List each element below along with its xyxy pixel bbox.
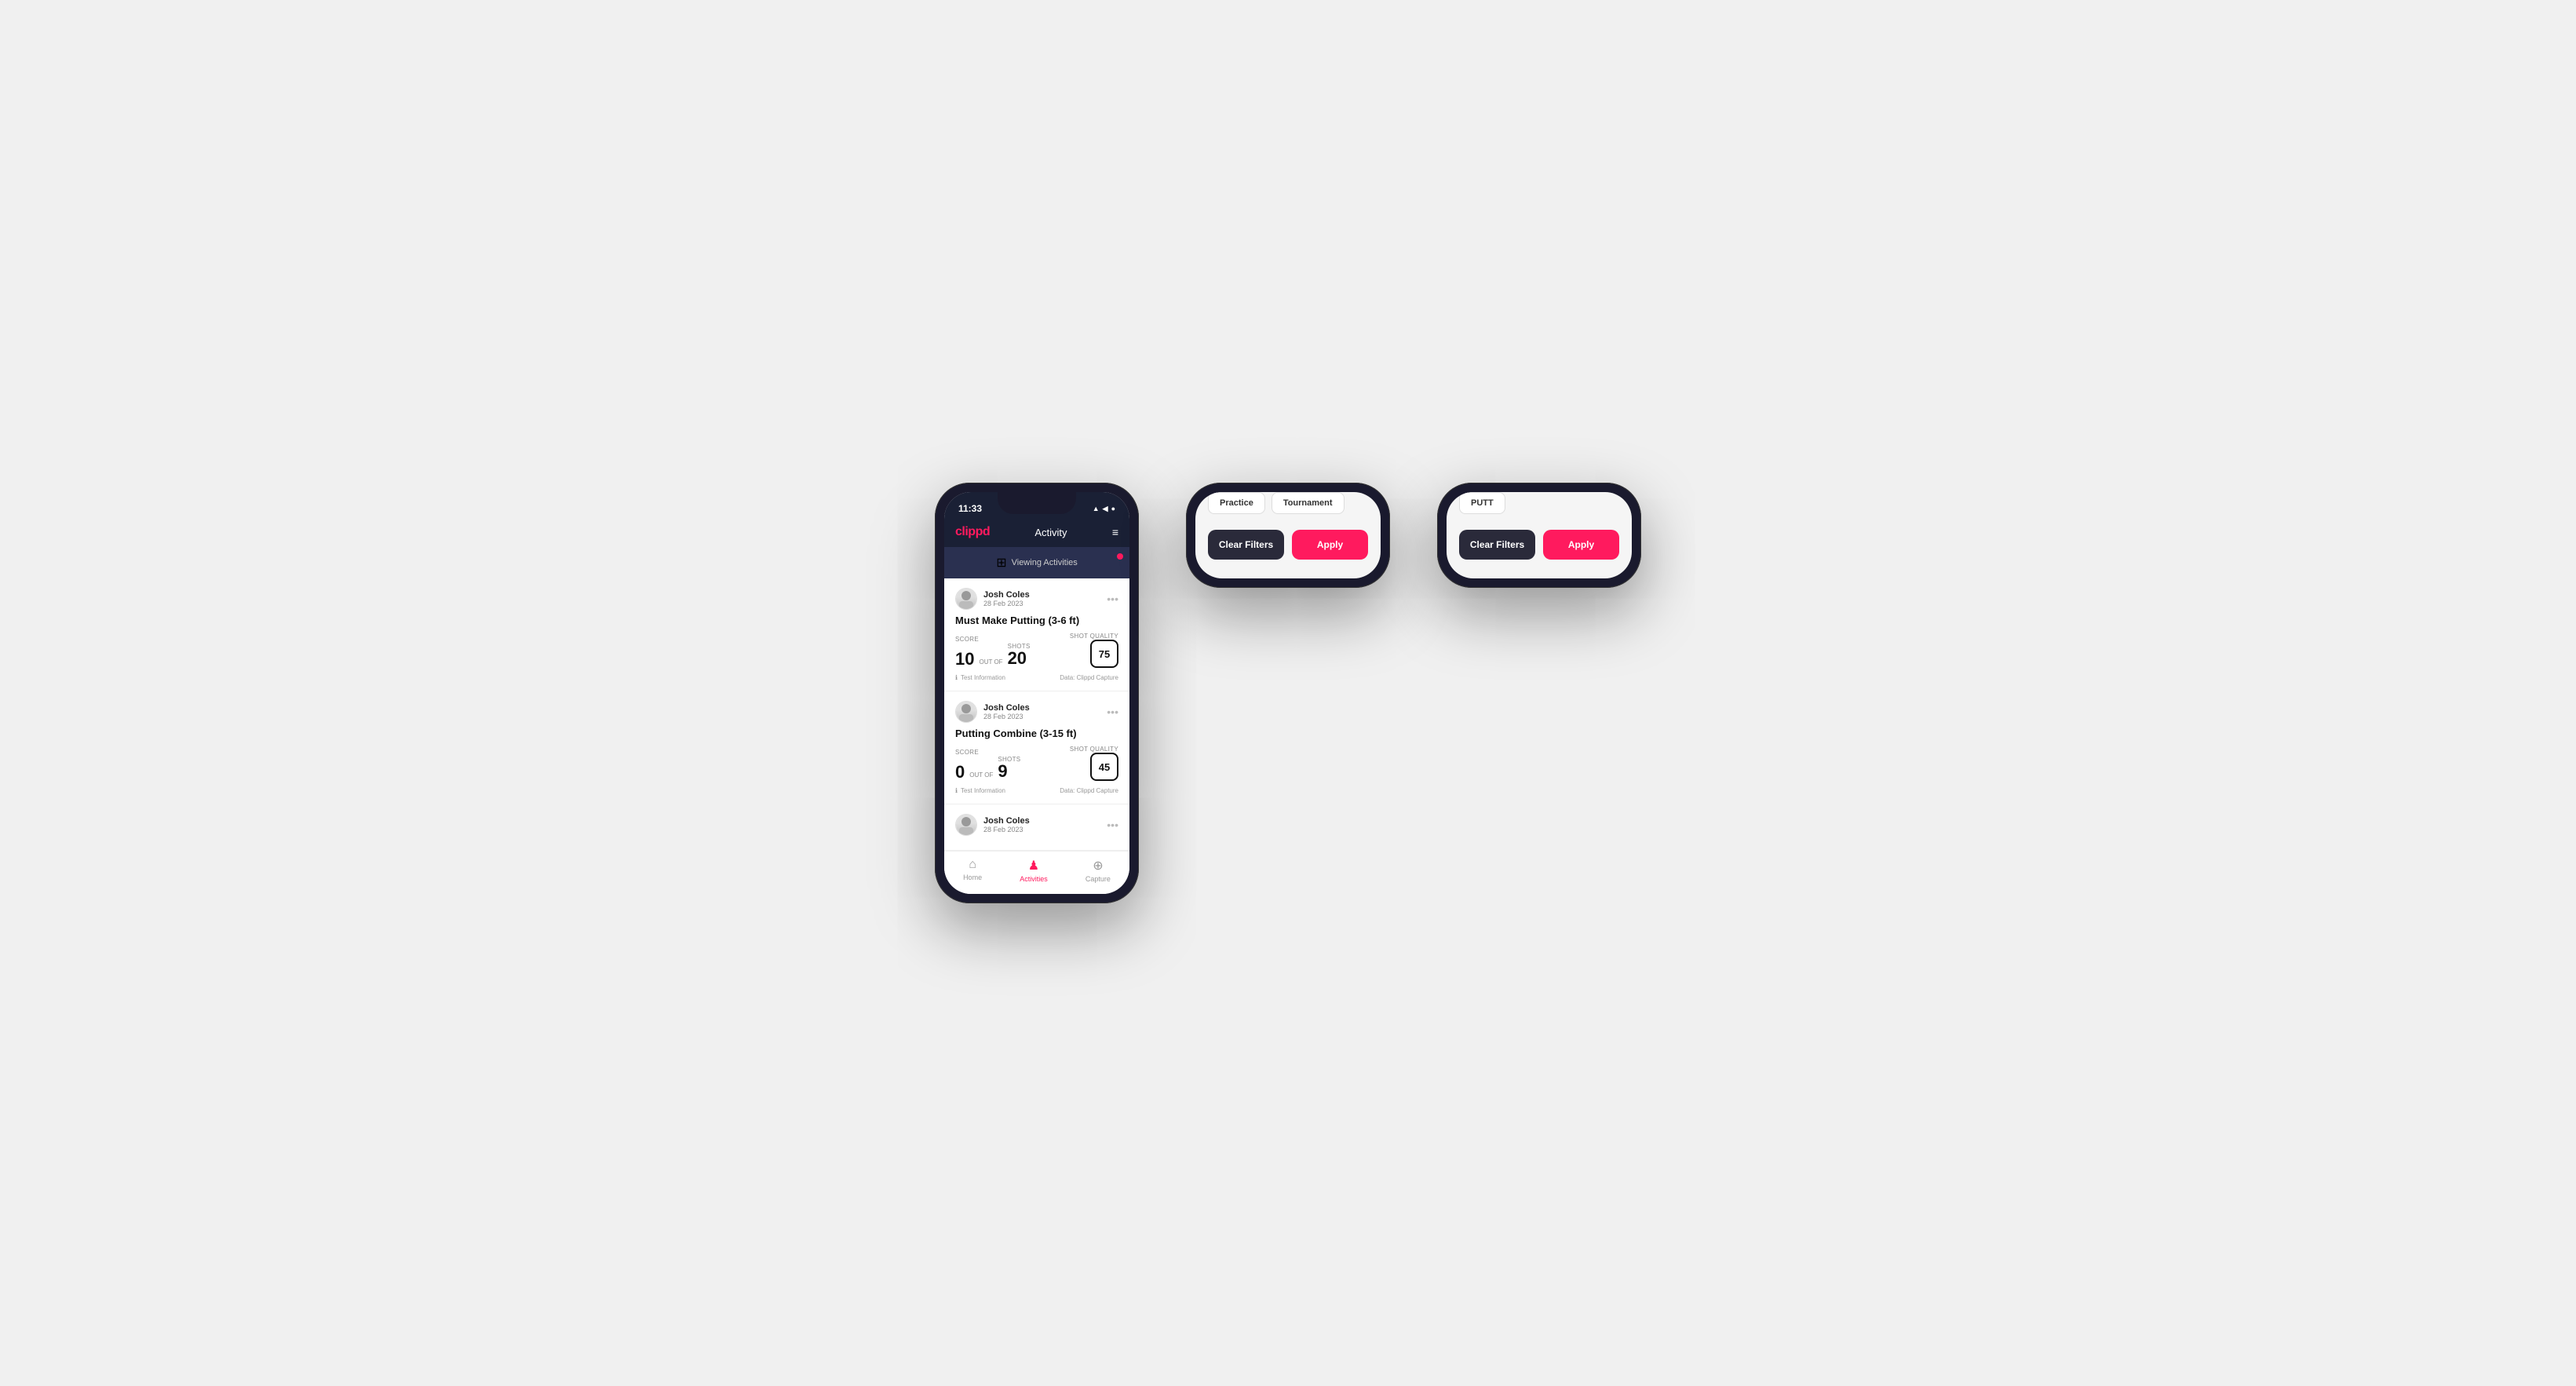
shot-quality-label-1: Shot Quality [1070,633,1118,640]
phone-1-screen: 11:33 ▲ ◀ ● clippd Activity ≡ ⊞ Viewing … [944,492,1129,894]
capture-label-1: Capture [1085,875,1111,883]
score-value-2: 0 [955,764,965,781]
home-label-1: Home [963,874,982,881]
shot-quality-label-2: Shot Quality [1070,746,1118,753]
filter-overlay-2: Josh Coles Filter ✕ Show Rounds Practice… [1195,492,1381,578]
user-info-3: Josh Coles 28 Feb 2023 [955,814,1030,836]
viewing-text-1: Viewing Activities [1012,558,1078,567]
phone-1: 11:33 ▲ ◀ ● clippd Activity ≡ ⊞ Viewing … [935,483,1139,903]
test-info-2: ℹ Test Information [955,787,1005,794]
shots-value-1: 20 [1008,648,1027,668]
user-name-2: Josh Coles [983,703,1030,713]
score-label-2: Score [955,749,1020,756]
header-title-1: Activity [1034,527,1067,538]
putt-btn-3[interactable]: PUTT [1459,492,1505,514]
phone-2: 11:33 ▲ ◀ ● clippd Activity ≡ ⊞ Viewing … [1186,483,1390,588]
practice-btn-2[interactable]: Practice [1208,492,1265,514]
shot-quality-badge-2: 45 [1090,753,1118,781]
info-icon-2: ℹ [955,787,958,794]
phone-2-screen: 11:33 ▲ ◀ ● clippd Activity ≡ ⊞ Viewing … [1195,492,1381,578]
filter-icon-1: ⊞ [996,555,1006,571]
test-info-1: ℹ Test Information [955,674,1005,681]
activity-card-1: Josh Coles 28 Feb 2023 ••• Must Make Put… [944,578,1129,691]
viewing-banner-1[interactable]: ⊞ Viewing Activities [944,547,1129,578]
nav-home-1[interactable]: ⌂ Home [963,858,982,883]
modal-actions-2: Clear Filters Apply [1208,530,1368,560]
nav-capture-1[interactable]: ⊕ Capture [1085,858,1111,883]
activity-card-3: Josh Coles 28 Feb 2023 ••• [944,804,1129,851]
stats-row-2: Score 0 OUT OF Shots 9 Shot [955,746,1118,781]
rounds-buttons-2: Practice Tournament [1208,492,1368,514]
card-header-3: Josh Coles 28 Feb 2023 ••• [955,814,1118,836]
tournament-btn-2[interactable]: Tournament [1272,492,1345,514]
user-date-2: 28 Feb 2023 [983,713,1030,720]
capture-icon-1: ⊕ [1093,858,1103,874]
notification-dot-1 [1117,553,1123,560]
info-icon-1: ℹ [955,674,958,681]
notch [998,492,1076,514]
user-name-3: Josh Coles [983,816,1030,826]
card-footer-1: ℹ Test Information Data: Clippd Capture [955,674,1118,681]
data-source-2: Data: Clippd Capture [1060,787,1118,794]
clear-filters-btn-3[interactable]: Clear Filters [1459,530,1535,560]
filter-overlay-3: Josh Coles Filter ✕ Show Rounds Practice… [1447,492,1632,578]
card-header-2: Josh Coles 28 Feb 2023 ••• [955,701,1118,723]
clear-filters-btn-2[interactable]: Clear Filters [1208,530,1284,560]
bottom-nav-1: ⌂ Home ♟ Activities ⊕ Capture [944,851,1129,894]
apply-btn-3[interactable]: Apply [1543,530,1619,560]
user-date-1: 28 Feb 2023 [983,600,1030,607]
nav-activities-1[interactable]: ♟ Activities [1020,858,1048,883]
menu-icon-1[interactable]: ≡ [1112,526,1118,538]
battery-icon: ● [1111,505,1115,512]
signal-icon: ▲ [1093,505,1100,512]
score-label-1: Score [955,636,1031,643]
activity-title-1: Must Make Putting (3-6 ft) [955,615,1118,626]
home-icon-1: ⌂ [969,858,976,872]
avatar-3 [955,814,977,836]
more-options-3[interactable]: ••• [1107,819,1118,831]
filter-modal-2: Filter ✕ Show Rounds Practice Drills Rou… [1195,492,1381,578]
score-value-1: 10 [955,651,974,668]
more-options-1[interactable]: ••• [1107,593,1118,605]
avatar-1 [955,588,977,610]
phone-3: 11:33 ▲ ◀ ● clippd Activity ≡ ⊞ Viewing … [1437,483,1641,588]
activities-label-1: Activities [1020,875,1048,883]
phone-3-screen: 11:33 ▲ ◀ ● clippd Activity ≡ ⊞ Viewing … [1447,492,1632,578]
user-name-1: Josh Coles [983,590,1030,600]
apply-btn-2[interactable]: Apply [1292,530,1368,560]
stats-row-1: Score 10 OUT OF Shots 20 Sho [955,633,1118,668]
data-source-1: Data: Clippd Capture [1060,674,1118,681]
card-header-1: Josh Coles 28 Feb 2023 ••• [955,588,1118,610]
out-of-1: OUT OF [979,658,1002,668]
filter-modal-3: Filter ✕ Show Rounds Practice Drills Pra… [1447,492,1632,578]
avatar-2 [955,701,977,723]
wifi-icon: ◀ [1103,505,1108,513]
activity-title-2: Putting Combine (3-15 ft) [955,728,1118,739]
activity-card-2: Josh Coles 28 Feb 2023 ••• Putting Combi… [944,691,1129,804]
activity-list-1: Josh Coles 28 Feb 2023 ••• Must Make Put… [944,578,1129,851]
status-icons-1: ▲ ◀ ● [1093,505,1115,513]
user-date-3: 28 Feb 2023 [983,826,1030,833]
activities-icon-1: ♟ [1028,858,1039,874]
scene: 11:33 ▲ ◀ ● clippd Activity ≡ ⊞ Viewing … [888,436,1688,950]
out-of-2: OUT OF [969,771,993,781]
app-header-1: clippd Activity ≡ [944,519,1129,547]
more-options-2[interactable]: ••• [1107,706,1118,718]
logo-1: clippd [955,525,990,539]
shots-value-2: 9 [998,761,1007,781]
user-info-2: Josh Coles 28 Feb 2023 [955,701,1030,723]
user-info-1: Josh Coles 28 Feb 2023 [955,588,1030,610]
practice-drills-buttons-3: OTT APP ARG PUTT [1459,492,1619,514]
card-footer-2: ℹ Test Information Data: Clippd Capture [955,787,1118,794]
shot-quality-badge-1: 75 [1090,640,1118,668]
time-1: 11:33 [958,503,982,514]
modal-actions-3: Clear Filters Apply [1459,530,1619,560]
